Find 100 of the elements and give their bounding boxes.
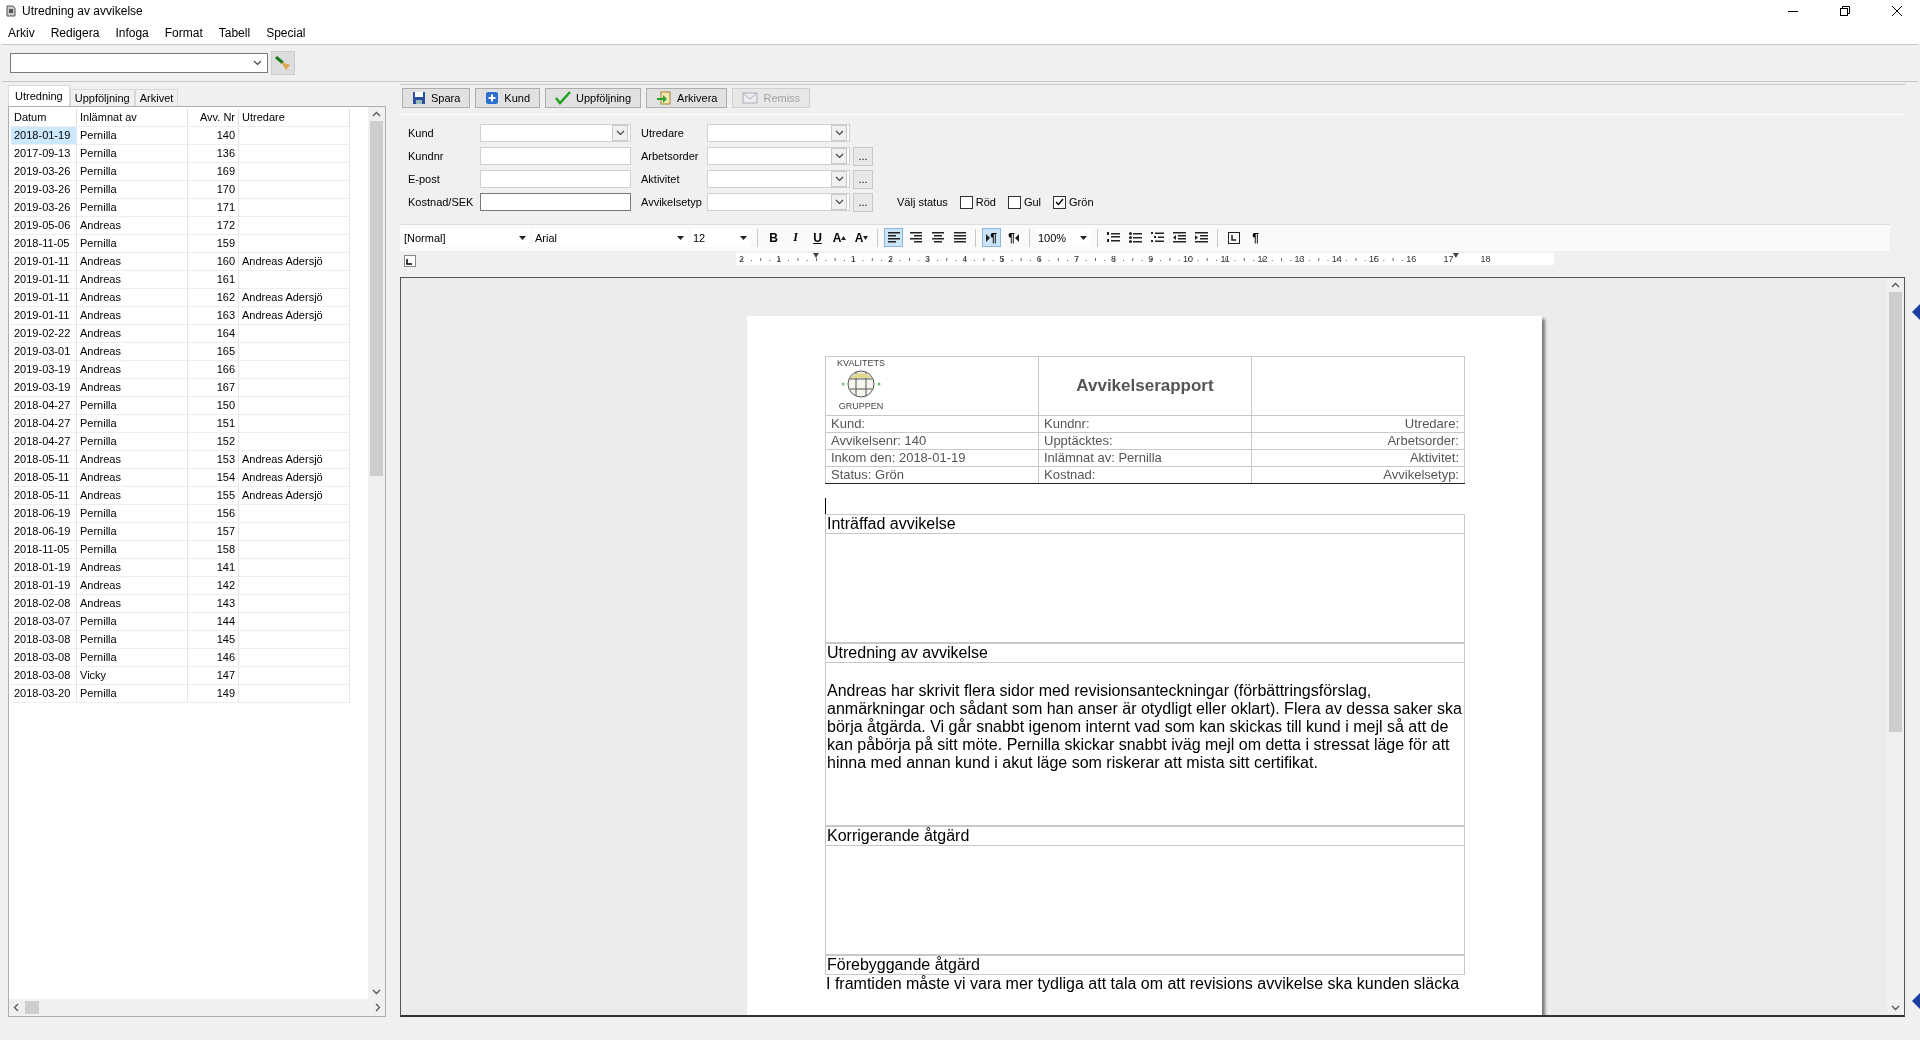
table-cell: Pernilla <box>77 649 188 666</box>
table-cell: 145 <box>188 631 239 648</box>
zoom-combo[interactable]: 100% <box>1036 228 1091 247</box>
table-cell[interactable]: 2017-09-13 <box>11 145 77 162</box>
table-cell[interactable]: 2018-04-27 <box>11 397 77 414</box>
table-cell[interactable]: 2018-03-08 <box>11 667 77 684</box>
scroll-left-icon[interactable] <box>13 1003 19 1012</box>
document-page[interactable] <box>747 316 1542 1015</box>
combo-field[interactable] <box>707 170 850 189</box>
browse-button[interactable]: ... <box>853 146 873 166</box>
combo-field[interactable] <box>480 124 631 143</box>
scrollbar[interactable] <box>9 999 385 1016</box>
table-cell[interactable]: 2018-06-19 <box>11 505 77 522</box>
table-cell[interactable]: 2018-04-27 <box>11 433 77 450</box>
column-header[interactable]: Utredare <box>239 109 350 126</box>
table-cell[interactable]: 2019-03-19 <box>11 379 77 396</box>
toolbar-button[interactable]: Spara <box>402 88 471 108</box>
combo-field[interactable] <box>707 147 850 166</box>
scroll-right-icon[interactable] <box>375 1003 381 1012</box>
table-cell[interactable]: 2018-03-20 <box>11 685 77 702</box>
menu-item[interactable]: Tabell <box>218 26 251 40</box>
envelope-icon <box>742 92 759 104</box>
column-header[interactable]: Inlämnat av <box>77 109 188 126</box>
column-header[interactable]: Datum <box>11 109 77 126</box>
table-cell[interactable]: 2019-01-11 <box>11 271 77 288</box>
menu-item[interactable]: Format <box>164 26 203 40</box>
table-cell[interactable]: 2019-05-06 <box>11 217 77 234</box>
tab[interactable]: Arkivet <box>134 89 179 106</box>
table-cell: Andreas <box>77 289 188 306</box>
justify-icon <box>953 232 966 244</box>
menu-item[interactable]: Arkiv <box>8 26 35 40</box>
minimize-icon[interactable] <box>1788 10 1798 12</box>
scroll-thumb[interactable] <box>1889 292 1902 732</box>
scrollbar[interactable] <box>368 107 385 999</box>
table-cell[interactable]: 2018-02-08 <box>11 595 77 612</box>
scroll-thumb[interactable] <box>370 121 383 476</box>
restore-icon[interactable] <box>1840 6 1850 16</box>
table-cell[interactable]: 2019-03-26 <box>11 181 77 198</box>
tab-stop-icon[interactable] <box>404 255 416 268</box>
bold-button[interactable]: B <box>764 228 783 248</box>
toolbar-button[interactable]: Kund <box>475 88 541 108</box>
table-cell: 149 <box>188 685 239 702</box>
menu-item[interactable]: Infoga <box>115 26 149 40</box>
search-combo[interactable] <box>10 53 268 73</box>
pane-marker-icon[interactable] <box>1912 304 1920 320</box>
table-cell[interactable]: 2018-03-08 <box>11 631 77 648</box>
tab[interactable]: Utredning <box>8 85 70 106</box>
style-combo[interactable]: [Normal] <box>402 228 530 247</box>
close-icon[interactable] <box>1892 6 1902 16</box>
table-cell[interactable]: 2018-01-19 <box>11 559 77 576</box>
table-cell[interactable]: 2018-04-27 <box>11 415 77 432</box>
shrink-font-button[interactable]: A <box>852 228 871 248</box>
table-cell[interactable]: 2019-03-26 <box>11 163 77 180</box>
table-cell[interactable]: 2018-03-07 <box>11 613 77 630</box>
pilcrow-button[interactable]: ¶ <box>1246 228 1265 248</box>
checkbox[interactable] <box>1007 195 1021 209</box>
broom-button[interactable] <box>271 51 295 75</box>
underline-button[interactable]: U <box>808 228 827 248</box>
grow-font-button[interactable]: A <box>830 228 849 248</box>
menu-item[interactable]: Redigera <box>50 26 100 40</box>
text-area[interactable] <box>825 663 1465 826</box>
table-cell[interactable]: 2019-01-11 <box>11 253 77 270</box>
toolbar-button[interactable]: Uppföljning <box>545 88 642 108</box>
toolbar-button[interactable]: Arkivera <box>646 88 728 108</box>
input-field[interactable] <box>480 193 631 212</box>
table-cell[interactable]: 2019-03-26 <box>11 199 77 216</box>
table-cell[interactable]: 2018-05-11 <box>11 487 77 504</box>
combo-field[interactable] <box>707 124 850 143</box>
scrollbar[interactable] <box>1887 278 1904 1015</box>
browse-button[interactable]: ... <box>853 192 873 212</box>
menu-item[interactable]: Special <box>266 26 306 40</box>
table-cell[interactable]: 2018-05-11 <box>11 469 77 486</box>
scroll-thumb[interactable] <box>25 1001 39 1014</box>
size-combo[interactable]: 12 <box>691 228 751 247</box>
table-cell[interactable]: 2018-01-19 <box>11 577 77 594</box>
table-cell[interactable]: 2018-01-19 <box>11 127 77 144</box>
left-to-right-button[interactable]: ¶ <box>982 228 1001 248</box>
table-cell[interactable]: 2019-03-19 <box>11 361 77 378</box>
table-cell[interactable]: 2019-01-11 <box>11 307 77 324</box>
combo-field[interactable] <box>707 193 850 212</box>
italic-button[interactable]: I <box>786 228 805 248</box>
table-cell: Andreas <box>77 577 188 594</box>
table-cell[interactable]: 2018-03-08 <box>11 649 77 666</box>
table-cell[interactable]: 2018-11-05 <box>11 541 77 558</box>
table-cell[interactable]: 2018-06-19 <box>11 523 77 540</box>
table-cell[interactable]: 2018-05-11 <box>11 451 77 468</box>
table-cell[interactable]: 2019-01-11 <box>11 289 77 306</box>
right-to-left-button[interactable]: ¶ <box>1004 228 1023 248</box>
checkbox[interactable] <box>1053 195 1067 209</box>
column-header[interactable]: Avv. Nr <box>188 109 239 126</box>
tab[interactable]: Uppföljning <box>69 89 135 106</box>
pane-marker-icon[interactable] <box>1912 993 1920 1009</box>
table-cell[interactable]: 2019-02-22 <box>11 325 77 342</box>
browse-button[interactable]: ... <box>853 169 873 189</box>
align-left-button[interactable] <box>884 228 903 248</box>
table-cell[interactable]: 2018-11-05 <box>11 235 77 252</box>
table-cell: Pernilla <box>77 145 188 162</box>
font-combo[interactable]: Arial <box>533 228 688 247</box>
checkbox[interactable] <box>959 195 973 209</box>
table-cell[interactable]: 2019-03-01 <box>11 343 77 360</box>
